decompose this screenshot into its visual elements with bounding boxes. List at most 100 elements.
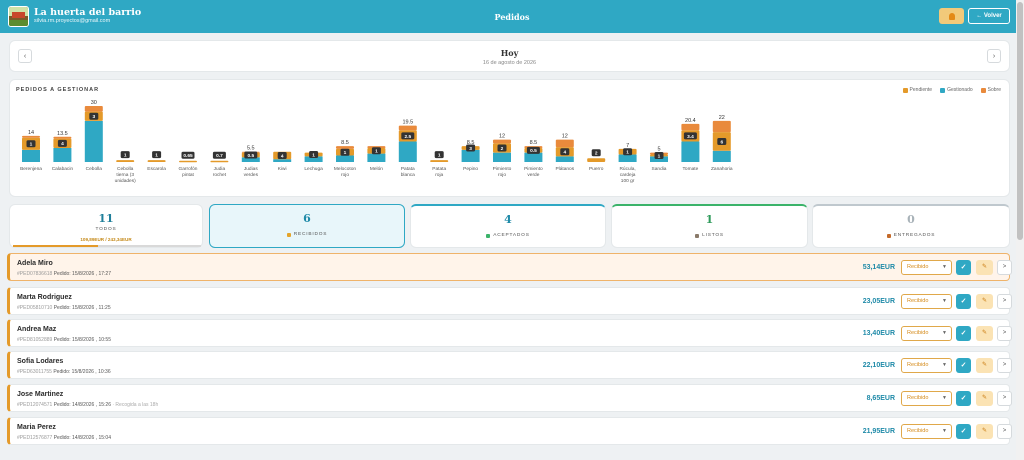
bar-segment-sobre <box>336 146 354 149</box>
page-scrollbar[interactable] <box>1016 0 1024 460</box>
status-select[interactable]: Recibido ▼ <box>901 294 952 309</box>
bar-total-label: 7 <box>626 143 629 149</box>
order-total: 8,65EUR <box>866 395 895 402</box>
edit-button[interactable]: ✎ <box>976 391 993 406</box>
bar-segment-pendiente <box>179 160 197 163</box>
status-select[interactable]: Recibido ▼ <box>901 260 952 275</box>
received-label: RECIBIDOS <box>210 232 404 237</box>
confirm-button[interactable]: ✓ <box>956 326 971 341</box>
chevron-down-icon: ▼ <box>942 428 947 434</box>
status-select[interactable]: Recibido ▼ <box>901 358 952 373</box>
package-icon <box>695 233 700 238</box>
check-icon <box>486 233 491 238</box>
open-order-button[interactable]: > <box>997 358 1012 373</box>
tab-all[interactable]: 11 TODOS 109,89EUR / 243,34EUR <box>9 204 203 248</box>
orders-bar-chart: 114Berenjena413.5Calabacin330Cebolla1Ceb… <box>20 100 733 184</box>
bar-segment-gestionado <box>493 152 511 162</box>
order-id: #PED07836618 <box>17 271 53 277</box>
customer-name: Maria Perez <box>17 424 56 431</box>
order-date: Pedido: 14/8/2026 , 15:26 <box>53 402 111 408</box>
category-label: Cebolla <box>86 166 103 172</box>
confirm-button[interactable]: ✓ <box>956 424 971 439</box>
bar-segment-sobre <box>681 123 700 131</box>
confirm-button[interactable]: ✓ <box>956 358 971 373</box>
tab-accepted[interactable]: 4 ACEPTADOS <box>410 204 606 248</box>
edit-button[interactable]: ✎ <box>976 358 993 373</box>
order-date: Pedido: 15/8/2026 , 17:27 <box>53 271 111 277</box>
bar-badge-label: 2 <box>595 151 598 157</box>
category-label: Zanahoria <box>711 166 733 172</box>
order-row[interactable]: Marta Rodriguez #PED05810710 Pedido: 15/8… <box>7 287 1012 315</box>
open-order-button[interactable]: > <box>997 424 1012 439</box>
confirm-button[interactable]: ✓ <box>956 294 971 309</box>
order-row[interactable]: Andrea Maz #PED81052889 Pedido: 15/8/2026… <box>7 319 1012 347</box>
scrollbar-thumb[interactable] <box>1017 2 1023 240</box>
bar-badge-label: 1 <box>124 153 127 159</box>
order-meta: #PED12576877 Pedido: 14/8/2026 , 15:04 <box>17 435 111 441</box>
confirm-button[interactable]: ✓ <box>956 260 971 275</box>
order-total: 23,05EUR <box>862 298 895 305</box>
order-meta: #PED05810710 Pedido: 15/8/2026 , 11:25 <box>17 305 111 311</box>
chevron-down-icon: ▼ <box>942 395 947 401</box>
category-label: verdes <box>244 172 259 178</box>
truck-icon <box>886 233 891 238</box>
bar-total-label: 5.5 <box>247 146 255 152</box>
bar-segment-gestionado <box>555 156 574 162</box>
category-label: Puerro <box>589 166 604 172</box>
status-select[interactable]: Recibido ▼ <box>901 391 952 406</box>
bar-segment-gestionado <box>336 155 354 162</box>
category-label: unidades) <box>115 178 136 184</box>
bar-segment-gestionado <box>681 141 700 162</box>
status-select[interactable]: Recibido ▼ <box>901 424 952 439</box>
customer-name: Andrea Maz <box>17 326 57 333</box>
status-select-value: Recibido <box>907 298 929 304</box>
open-order-button[interactable]: > <box>997 294 1012 309</box>
accepted-label-text: ACEPTADOS <box>493 233 530 238</box>
back-button[interactable]: ← Volver <box>968 8 1010 24</box>
notifications-button[interactable] <box>939 8 964 24</box>
open-order-button[interactable]: > <box>997 260 1012 275</box>
tab-ready[interactable]: 1 LISTOS <box>611 204 808 248</box>
category-label: 100 gr <box>621 178 635 184</box>
order-date: Pedido: 15/8/2026 , 10:55 <box>53 337 111 343</box>
confirm-button[interactable]: ✓ <box>956 391 971 406</box>
bar-segment-sobre <box>22 135 40 138</box>
edit-button[interactable]: ✎ <box>976 260 993 275</box>
tab-delivered[interactable]: 0 ENTREGADOS <box>812 204 1010 248</box>
edit-button[interactable]: ✎ <box>976 326 993 341</box>
open-order-button[interactable]: > <box>997 326 1012 341</box>
bar-total-label: 22 <box>719 115 725 121</box>
next-day-button[interactable]: › <box>987 49 1001 63</box>
bar-badge-label: 2.5 <box>404 134 411 140</box>
bar-segment-gestionado <box>22 149 40 162</box>
order-total: 53,14EUR <box>862 264 895 271</box>
bar-badge-label: 0.7 <box>216 153 223 159</box>
date-navigator: ‹ Hoy 16 de agosto de 2026 › <box>9 40 1010 72</box>
order-row[interactable]: Adela Miro #PED07836618 Pedido: 15/8/2026… <box>7 253 1012 281</box>
status-select-value: Recibido <box>907 428 929 434</box>
tab-received[interactable]: 6 RECIBIDOS <box>209 204 405 248</box>
bar-total-label: 20.4 <box>685 118 696 124</box>
order-total: 13,40EUR <box>862 330 895 337</box>
category-label: Escarola <box>147 166 166 172</box>
bar-badge-label: 2 <box>501 146 504 152</box>
order-row[interactable]: Sofia Lodares #PED63011755 Pedido: 15/8/2… <box>7 351 1012 379</box>
edit-button[interactable]: ✎ <box>976 294 993 309</box>
order-id: #PED12576877 <box>17 435 53 441</box>
bar-segment-sobre <box>398 125 417 131</box>
orders-chart-card: PEDIDOS A GESTIONAR Pendiente Gestionado… <box>9 79 1010 197</box>
order-total: 21,95EUR <box>862 428 895 435</box>
bar-badge-label: 4 <box>61 141 64 147</box>
order-row[interactable]: Jose Martinez #PED12074571 Pedido: 14/8/2… <box>7 384 1012 412</box>
bar-total-label: 12 <box>562 134 568 140</box>
bar-total-label: 8.5 <box>467 140 475 146</box>
all-progress-fill <box>13 245 98 247</box>
bar-total-label: 30 <box>91 100 97 106</box>
open-order-button[interactable]: > <box>997 391 1012 406</box>
bar-total-label: 13.5 <box>57 131 68 137</box>
order-row[interactable]: Maria Perez #PED12576877 Pedido: 14/8/202… <box>7 417 1012 445</box>
status-select[interactable]: Recibido ▼ <box>901 326 952 341</box>
category-label: Rúcula, <box>619 166 635 172</box>
edit-button[interactable]: ✎ <box>976 424 993 439</box>
category-label: rojo <box>498 172 506 178</box>
